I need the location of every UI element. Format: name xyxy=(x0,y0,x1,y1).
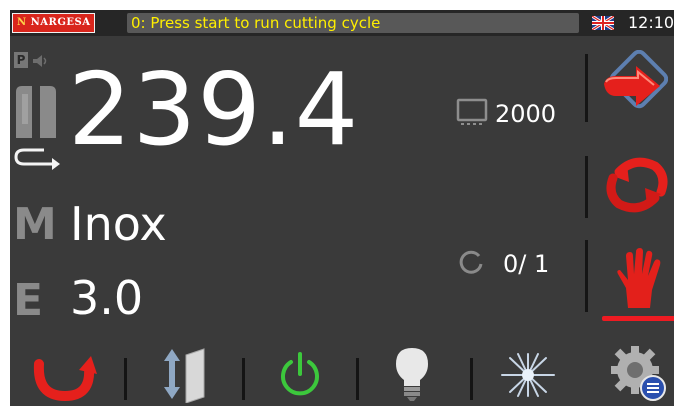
cycle-counter: 0/ 1 xyxy=(503,250,550,278)
run-arrow-icon xyxy=(604,50,668,109)
toolbar-separator xyxy=(242,358,245,400)
manual-mode-indicator xyxy=(602,316,674,321)
gear-icon xyxy=(611,346,666,401)
clamp-up-down-button[interactable] xyxy=(156,344,216,404)
length-value[interactable]: 239.4 xyxy=(68,60,359,160)
thickness-letter: E xyxy=(13,275,44,326)
toolbar-separator xyxy=(470,358,473,400)
light-bulb-button[interactable] xyxy=(382,344,442,404)
laser-icon xyxy=(501,353,555,397)
manual-hand-button[interactable] xyxy=(608,246,668,312)
return-arrow-button[interactable] xyxy=(30,348,100,404)
laser-button[interactable] xyxy=(496,346,560,404)
blade-icon xyxy=(16,86,56,138)
u-turn-arrow-icon xyxy=(14,148,60,170)
cycle-loop-icon xyxy=(606,157,668,213)
speaker-icon[interactable] xyxy=(32,54,48,68)
clock: 12:10 xyxy=(628,13,674,32)
power-button[interactable] xyxy=(270,346,330,404)
toolbar-separator xyxy=(356,358,359,400)
right-separator xyxy=(585,240,588,312)
program-badge: P xyxy=(14,52,28,68)
power-icon xyxy=(281,352,319,396)
return-arrow-icon xyxy=(33,356,97,402)
counter-icon xyxy=(459,250,483,274)
target-quantity[interactable]: 2000 xyxy=(495,100,556,128)
right-separator xyxy=(585,54,588,122)
settings-button[interactable] xyxy=(606,342,670,404)
cycle-loop-button[interactable] xyxy=(602,150,672,220)
material-letter: M xyxy=(13,199,57,250)
top-bar: N NARGESA 0: Press start to run cutting … xyxy=(10,10,674,36)
machine-screen: N NARGESA 0: Press start to run cutting … xyxy=(10,10,674,406)
status-message: 0: Press start to run cutting cycle xyxy=(127,13,579,33)
hand-icon xyxy=(617,248,661,308)
right-separator xyxy=(585,156,588,218)
uk-flag-icon[interactable] xyxy=(592,16,614,30)
quantity-icon xyxy=(456,98,488,125)
thickness-value[interactable]: 3.0 xyxy=(70,272,143,324)
material-value[interactable]: Inox xyxy=(70,198,167,250)
clamp-up-down-icon xyxy=(164,348,205,403)
light-bulb-icon xyxy=(396,348,428,401)
run-arrow-button[interactable] xyxy=(598,50,668,122)
toolbar-separator xyxy=(124,358,127,400)
nargesa-logo: N NARGESA xyxy=(12,13,96,33)
bottom-toolbar xyxy=(10,340,674,406)
